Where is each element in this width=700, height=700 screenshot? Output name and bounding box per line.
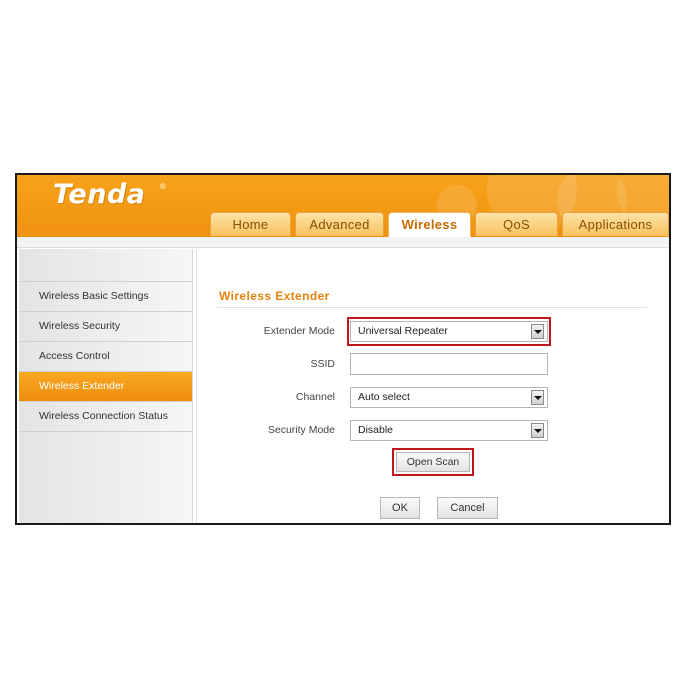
tab-wireless[interactable]: Wireless <box>388 212 471 237</box>
header-bar: Tenda ® Home Advanced Wireless QoS Appli… <box>17 175 669 237</box>
registered-mark: ® <box>160 182 166 191</box>
cancel-button[interactable]: Cancel <box>437 497 498 519</box>
security-mode-label: Security Mode <box>267 424 335 436</box>
ssid-input[interactable] <box>350 353 548 375</box>
security-mode-select[interactable]: Disable <box>350 420 548 441</box>
sidebar-item-wireless-connection-status[interactable]: Wireless Connection Status <box>19 402 192 432</box>
dropdown-arrow-icon[interactable] <box>531 423 544 438</box>
channel-select[interactable]: Auto select <box>350 387 548 408</box>
sidebar-spacer <box>19 249 192 282</box>
header-separator <box>17 237 669 248</box>
sidebar-item-wireless-basic-settings[interactable]: Wireless Basic Settings <box>19 282 192 312</box>
channel-value: Auto select <box>358 391 410 403</box>
ssid-label: SSID <box>310 358 335 370</box>
extender-mode-value: Universal Repeater <box>358 325 448 337</box>
main-panel: Wireless Extender Extender Mode Universa… <box>196 249 669 523</box>
router-admin-window: Tenda ® Home Advanced Wireless QoS Appli… <box>15 173 671 525</box>
tenda-logo: Tenda <box>53 179 146 210</box>
open-scan-button[interactable]: Open Scan <box>396 452 470 472</box>
extender-mode-label: Extender Mode <box>263 325 335 337</box>
channel-label: Channel <box>295 391 335 403</box>
sidebar-item-access-control[interactable]: Access Control <box>19 342 192 372</box>
sidebar: Wireless Basic Settings Wireless Securit… <box>19 249 193 523</box>
page-title: Wireless Extender <box>219 289 330 303</box>
tab-home[interactable]: Home <box>210 212 291 236</box>
sidebar-item-wireless-security[interactable]: Wireless Security <box>19 312 192 342</box>
dropdown-arrow-icon[interactable] <box>531 324 544 339</box>
sidebar-item-wireless-extender[interactable]: Wireless Extender <box>19 372 192 402</box>
ok-button[interactable]: OK <box>380 497 420 519</box>
tab-qos[interactable]: QoS <box>475 212 558 236</box>
extender-mode-select[interactable]: Universal Repeater <box>350 321 548 342</box>
security-mode-value: Disable <box>358 424 394 436</box>
tab-advanced[interactable]: Advanced <box>295 212 384 236</box>
dropdown-arrow-icon[interactable] <box>531 390 544 405</box>
tab-applications[interactable]: Applications <box>562 212 669 236</box>
title-divider <box>217 307 647 308</box>
